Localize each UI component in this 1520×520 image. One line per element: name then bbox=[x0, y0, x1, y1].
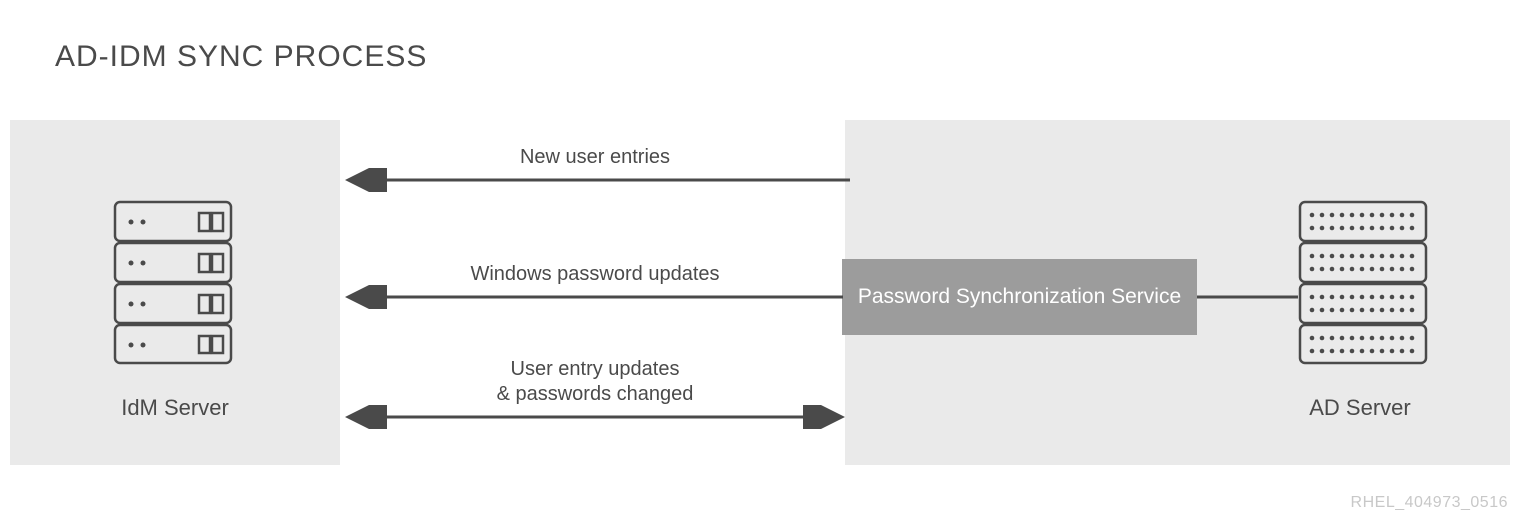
footer-document-id: RHEL_404973_0516 bbox=[1351, 494, 1508, 512]
arrow-new-users bbox=[340, 168, 850, 192]
connector-syncbox-to-ad bbox=[1197, 294, 1298, 300]
password-sync-service-box: Password Synchronization Service bbox=[842, 259, 1197, 335]
arrow-bidirectional bbox=[340, 405, 850, 429]
server-rack-icon bbox=[113, 200, 233, 365]
idm-server-label: IdM Server bbox=[85, 395, 265, 421]
arrow-label-bidirectional: User entry updates & passwords changed bbox=[340, 357, 850, 407]
arrow-label-new-users: New user entries bbox=[340, 146, 850, 169]
arrow-windows-passwords bbox=[340, 285, 843, 309]
server-dense-rack-icon bbox=[1298, 200, 1428, 365]
password-sync-service-label: Password Synchronization Service bbox=[858, 283, 1181, 310]
diagram-title: AD-IDM SYNC PROCESS bbox=[55, 40, 427, 74]
arrow-label-win-passwords: Windows password updates bbox=[340, 263, 850, 286]
ad-server-label: AD Server bbox=[1270, 395, 1450, 421]
